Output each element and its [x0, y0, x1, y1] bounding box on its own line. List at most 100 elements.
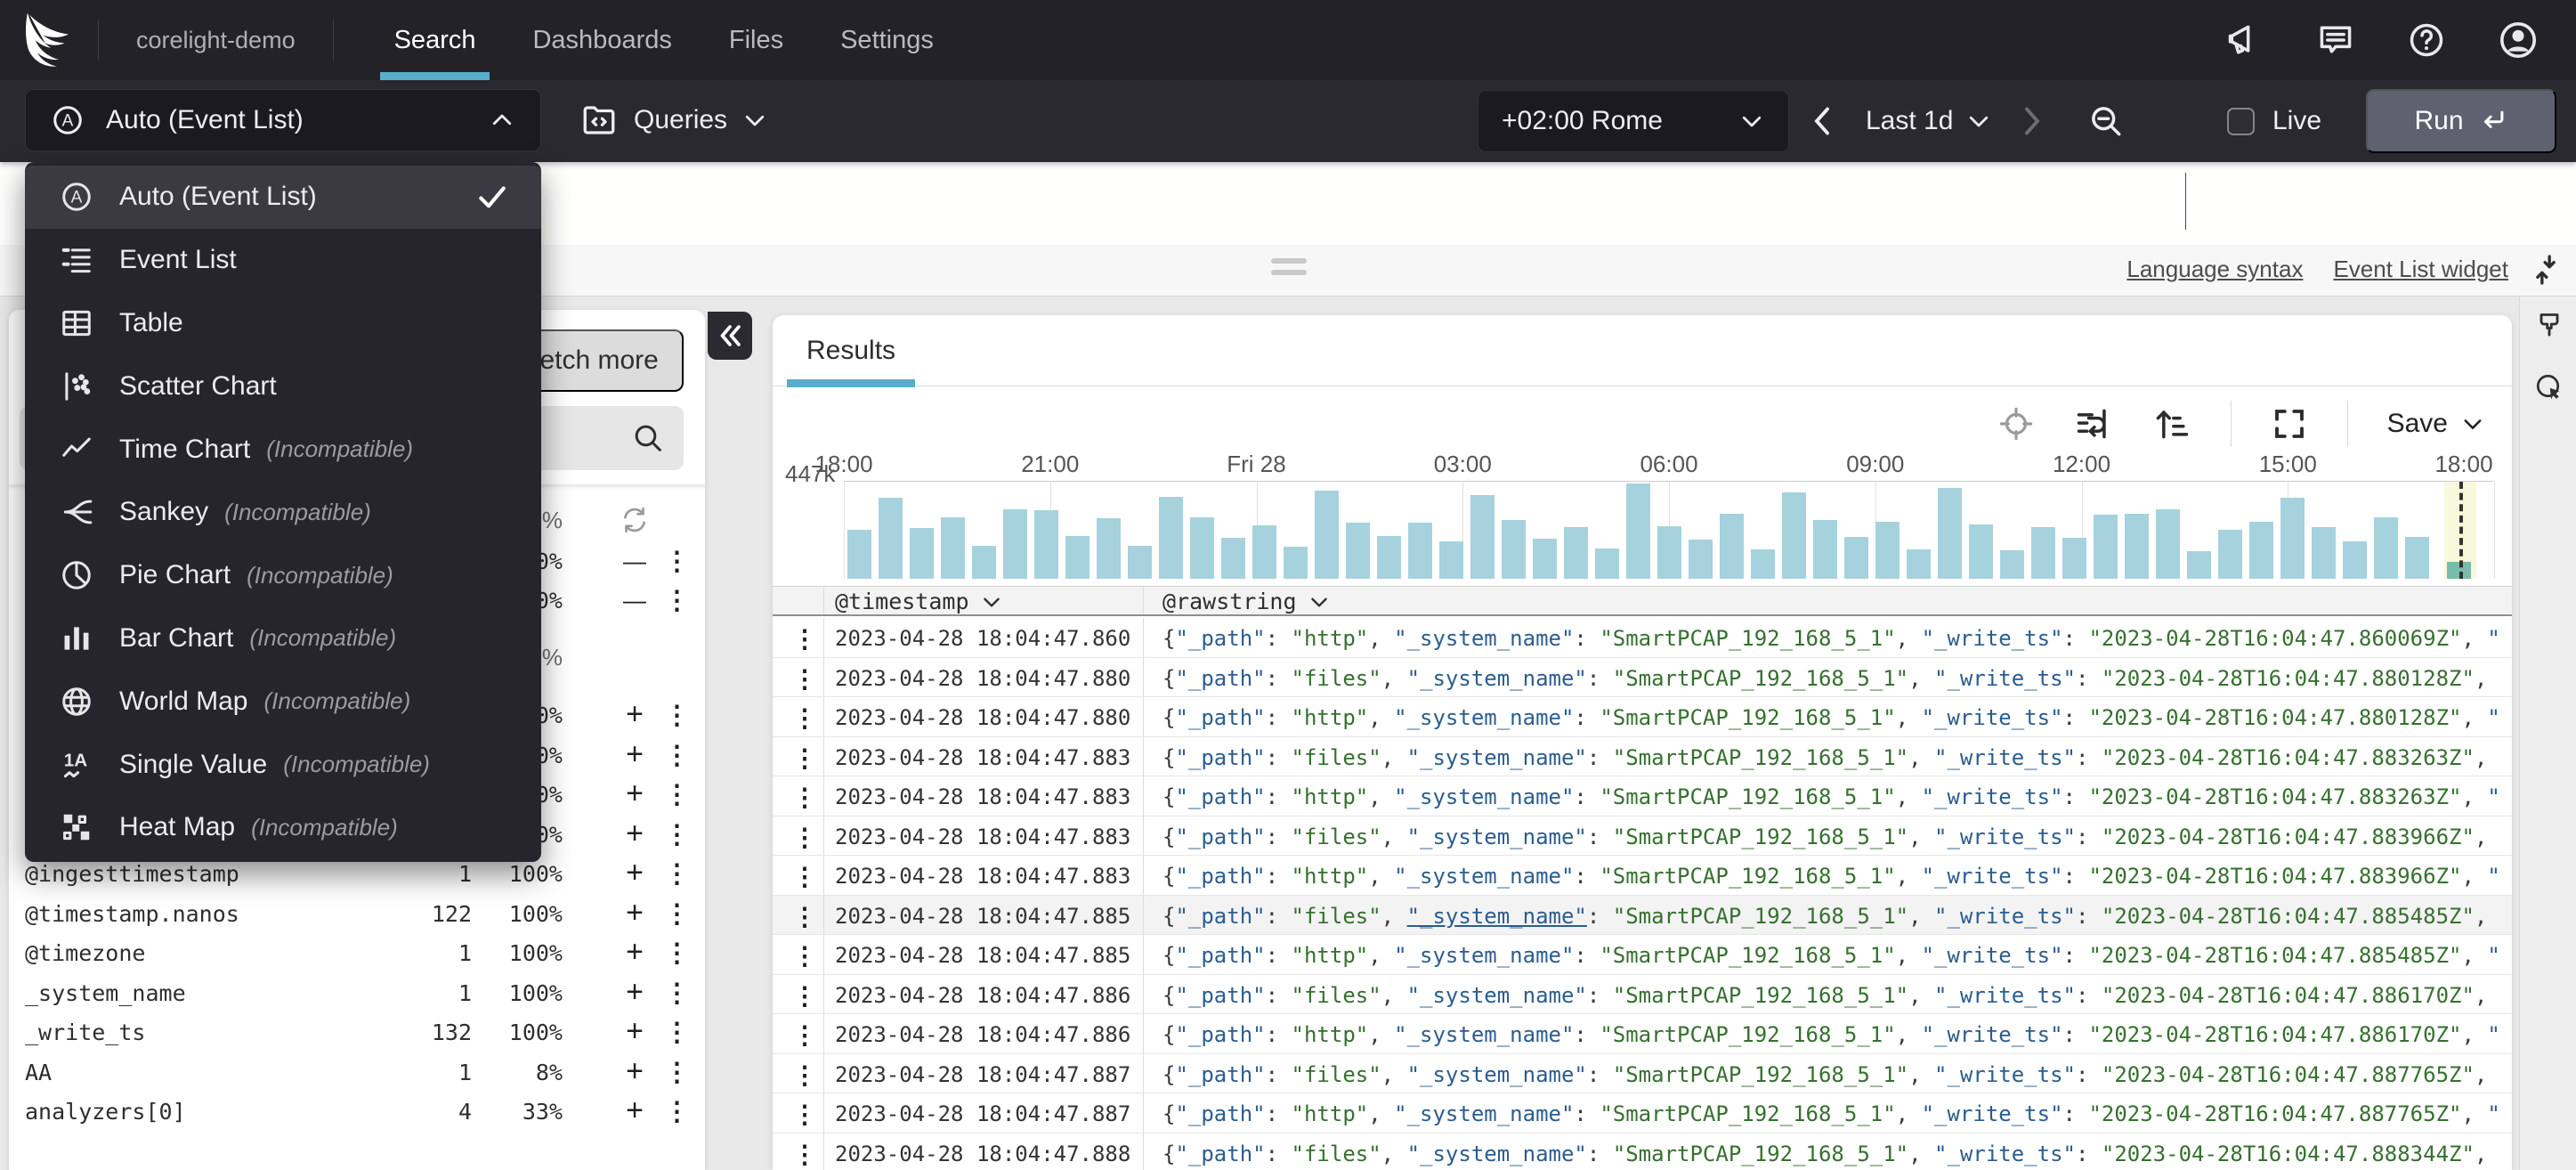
event-row[interactable]: ⋮ 2023-04-28 18:04:47.860 {"_path": "http"… — [773, 618, 2512, 658]
field-menu-icon[interactable]: ⋮ — [664, 1017, 690, 1047]
view-selector-button[interactable]: A Auto (Event List) — [25, 89, 541, 151]
event-menu-icon[interactable]: ⋮ — [792, 783, 817, 812]
event-row[interactable]: ⋮ 2023-04-28 18:04:47.880 {"_path": "files… — [773, 657, 2512, 697]
event-menu-icon[interactable]: ⋮ — [792, 862, 817, 891]
add-field-button[interactable]: + — [621, 896, 648, 930]
menu-item-single-value[interactable]: 1A Single Value (Incompatible) — [25, 733, 541, 796]
event-row[interactable]: ⋮ 2023-04-28 18:04:47.885 {"_path": "files… — [773, 895, 2512, 935]
tab-dashboards[interactable]: Dashboards — [504, 0, 700, 80]
event-row[interactable]: ⋮ 2023-04-28 18:04:47.883 {"_path": "http"… — [773, 776, 2512, 817]
event-menu-icon[interactable]: ⋮ — [792, 902, 817, 931]
add-field-button[interactable]: + — [621, 817, 648, 851]
event-row[interactable]: ⋮ 2023-04-28 18:04:47.888 {"_path": "files… — [773, 1133, 2512, 1170]
add-field-button[interactable]: + — [621, 697, 648, 732]
time-range-button[interactable]: Last 1d — [1866, 90, 1992, 152]
event-menu-icon[interactable]: ⋮ — [792, 1100, 817, 1129]
event-row[interactable]: ⋮ 2023-04-28 18:04:47.887 {"_path": "http"… — [773, 1093, 2512, 1133]
remove-field-button[interactable]: — — [621, 548, 648, 575]
menu-item-scatter-chart[interactable]: Scatter Chart — [25, 354, 541, 418]
event-menu-icon[interactable]: ⋮ — [792, 703, 817, 733]
tab-search[interactable]: Search — [366, 0, 505, 80]
event-histogram[interactable] — [844, 481, 2495, 579]
event-row[interactable]: ⋮ 2023-04-28 18:04:47.886 {"_path": "files… — [773, 974, 2512, 1014]
column-header-timestamp[interactable]: @timestamp — [835, 589, 1003, 614]
resize-handle[interactable] — [1271, 258, 1307, 281]
announcements-icon[interactable] — [2225, 20, 2264, 60]
account-icon[interactable] — [2498, 20, 2539, 61]
previous-time-range-button[interactable] — [1809, 90, 1835, 152]
event-list-widget-link[interactable]: Event List widget — [2333, 256, 2508, 283]
menu-item-table[interactable]: Table — [25, 292, 541, 355]
field-menu-icon[interactable]: ⋮ — [664, 546, 690, 576]
live-checkbox[interactable] — [2227, 107, 2255, 135]
timezone-button[interactable]: +02:00 Rome — [1478, 90, 1789, 152]
field-menu-icon[interactable]: ⋮ — [664, 740, 690, 770]
event-menu-icon[interactable]: ⋮ — [792, 1060, 817, 1090]
target-click-icon[interactable] — [2533, 371, 2565, 403]
event-row[interactable]: ⋮ 2023-04-28 18:04:47.880 {"_path": "http"… — [773, 697, 2512, 737]
event-menu-icon[interactable]: ⋮ — [792, 981, 817, 1011]
tab-results[interactable]: Results — [787, 315, 916, 387]
event-menu-icon[interactable]: ⋮ — [792, 664, 817, 694]
event-menu-icon[interactable]: ⋮ — [792, 1020, 817, 1050]
add-field-button[interactable]: + — [621, 1014, 648, 1049]
event-row[interactable]: ⋮ 2023-04-28 18:04:47.886 {"_path": "http"… — [773, 1014, 2512, 1054]
add-field-button[interactable]: + — [621, 975, 648, 1010]
tab-files[interactable]: Files — [701, 0, 812, 80]
field-menu-icon[interactable]: ⋮ — [664, 700, 690, 730]
menu-item-auto-event-list-[interactable]: A Auto (Event List) — [25, 166, 541, 229]
corelight-logo[interactable] — [0, 9, 98, 71]
help-icon[interactable] — [2407, 20, 2446, 60]
zoom-out-icon[interactable] — [2086, 90, 2126, 152]
event-row[interactable]: ⋮ 2023-04-28 18:04:47.885 {"_path": "http"… — [773, 935, 2512, 975]
add-field-button[interactable]: + — [621, 737, 648, 772]
event-menu-icon[interactable]: ⋮ — [792, 743, 817, 773]
collapse-fields-panel-button[interactable] — [708, 312, 752, 360]
field-menu-icon[interactable]: ⋮ — [664, 819, 690, 849]
event-row[interactable]: ⋮ 2023-04-28 18:04:47.883 {"_path": "files… — [773, 736, 2512, 776]
queries-button[interactable]: Queries — [580, 89, 768, 151]
field-menu-icon[interactable]: ⋮ — [664, 1057, 690, 1087]
event-menu-icon[interactable]: ⋮ — [792, 823, 817, 852]
field-menu-icon[interactable]: ⋮ — [664, 585, 690, 615]
event-row[interactable]: ⋮ 2023-04-28 18:04:47.883 {"_path": "http"… — [773, 856, 2512, 896]
collapse-vertical-icon[interactable] — [2528, 252, 2564, 288]
save-button[interactable]: Save — [2387, 409, 2485, 439]
event-row[interactable]: ⋮ 2023-04-28 18:04:47.883 {"_path": "files… — [773, 816, 2512, 856]
language-syntax-link[interactable]: Language syntax — [2126, 256, 2303, 283]
add-field-button[interactable]: + — [621, 1093, 648, 1128]
crosshair-icon[interactable] — [1997, 405, 2035, 443]
field-menu-icon[interactable]: ⋮ — [664, 978, 690, 1008]
event-row[interactable]: ⋮ 2023-04-28 18:04:47.887 {"_path": "files… — [773, 1053, 2512, 1093]
menu-item-heat-map[interactable]: Heat Map (Incompatible) — [25, 796, 541, 859]
workspace-name[interactable]: corelight-demo — [99, 27, 333, 54]
field-menu-icon[interactable]: ⋮ — [664, 858, 690, 889]
menu-item-event-list[interactable]: Event List — [25, 229, 541, 292]
menu-item-bar-chart[interactable]: Bar Chart (Incompatible) — [25, 607, 541, 670]
run-button[interactable]: Run — [2366, 89, 2556, 153]
menu-item-world-map[interactable]: World Map (Incompatible) — [25, 670, 541, 733]
next-time-range-button[interactable] — [2019, 90, 2045, 152]
menu-item-sankey[interactable]: Sankey (Incompatible) — [25, 481, 541, 544]
column-header-rawstring[interactable]: @rawstring — [1162, 589, 1331, 614]
fullscreen-icon[interactable] — [2271, 405, 2308, 443]
event-menu-icon[interactable]: ⋮ — [792, 624, 817, 654]
field-menu-icon[interactable]: ⋮ — [664, 1096, 690, 1126]
event-menu-icon[interactable]: ⋮ — [792, 1140, 817, 1169]
event-menu-icon[interactable]: ⋮ — [792, 941, 817, 971]
add-field-button[interactable]: + — [621, 776, 648, 811]
field-menu-icon[interactable]: ⋮ — [664, 779, 690, 809]
field-menu-icon[interactable]: ⋮ — [664, 898, 690, 929]
feedback-icon[interactable] — [2316, 20, 2355, 60]
add-field-button[interactable]: + — [621, 856, 648, 890]
tab-settings[interactable]: Settings — [812, 0, 962, 80]
menu-item-time-chart[interactable]: Time Chart (Incompatible) — [25, 418, 541, 481]
add-field-button[interactable]: + — [621, 935, 648, 970]
field-menu-icon[interactable]: ⋮ — [664, 938, 690, 968]
brush-icon[interactable] — [2533, 311, 2565, 343]
refresh-icon[interactable] — [620, 505, 650, 535]
remove-field-button[interactable]: — — [621, 587, 648, 614]
add-field-button[interactable]: + — [621, 1054, 648, 1089]
sort-ascending-icon[interactable] — [2152, 404, 2191, 443]
wrap-text-icon[interactable] — [2074, 404, 2113, 443]
